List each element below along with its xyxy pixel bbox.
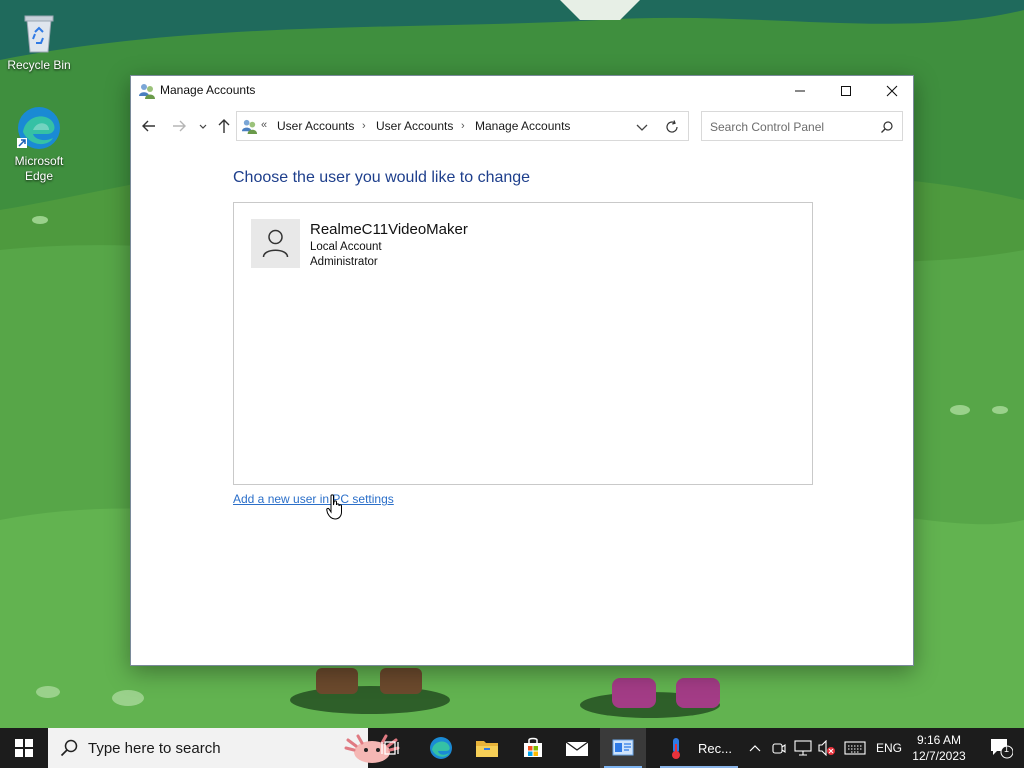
- desktop-icon-recycle-bin[interactable]: Recycle Bin: [2, 8, 76, 73]
- hand-cursor-icon: [326, 494, 342, 520]
- user-account-type: Local Account: [310, 241, 382, 253]
- navigation-bar: « User Accounts › User Accounts › Manage…: [131, 109, 913, 143]
- notification-center-button[interactable]: 1: [978, 728, 1024, 768]
- chevron-right-icon[interactable]: ›: [461, 120, 465, 132]
- user-tile[interactable]: RealmeC11VideoMaker Local Account Admini…: [251, 218, 551, 270]
- clock[interactable]: 9:16 AM 12/7/2023: [908, 732, 970, 764]
- user-name: RealmeC11VideoMaker: [310, 221, 468, 238]
- clock-time: 9:16 AM: [916, 733, 962, 747]
- maximize-button[interactable]: [823, 76, 869, 106]
- user-list: RealmeC11VideoMaker Local Account Admini…: [233, 202, 813, 485]
- start-button[interactable]: [0, 728, 48, 768]
- network-icon[interactable]: [794, 740, 812, 756]
- clock-date: 12/7/2023: [912, 749, 966, 763]
- recent-locations-button[interactable]: [193, 116, 207, 136]
- breadcrumb-user-accounts-1[interactable]: User Accounts: [277, 119, 354, 133]
- file-explorer-icon: [476, 741, 498, 757]
- refresh-icon: [666, 120, 678, 133]
- refresh-button[interactable]: [655, 111, 689, 141]
- windows-logo-icon: [15, 739, 33, 757]
- chevron-down-icon: [636, 124, 648, 131]
- maximize-icon: [841, 86, 851, 96]
- microsoft-store-icon: [524, 737, 542, 757]
- add-new-user-link[interactable]: Add a new user in PC settings: [233, 492, 394, 506]
- edge-icon: [15, 104, 63, 152]
- volume-muted-icon[interactable]: [818, 740, 836, 756]
- window-title: Manage Accounts: [160, 83, 256, 97]
- chevron-right-icon[interactable]: ›: [362, 120, 366, 132]
- breadcrumb-manage-accounts[interactable]: Manage Accounts: [475, 119, 570, 133]
- user-role: Administrator: [310, 256, 378, 268]
- search-icon: [60, 739, 78, 757]
- taskbar-search-placeholder: Type here to search: [88, 740, 221, 757]
- meet-now-icon[interactable]: [772, 740, 786, 756]
- mail-icon: [565, 741, 589, 756]
- address-dropdown-button[interactable]: [633, 118, 651, 136]
- edge-label: Microsoft Edge: [14, 154, 64, 183]
- back-button[interactable]: [139, 116, 159, 136]
- avatar: [251, 219, 300, 268]
- control-panel-icon: [241, 118, 258, 135]
- taskbar-control-panel-button[interactable]: [600, 728, 646, 768]
- user-accounts-icon: [138, 82, 156, 100]
- search-placeholder: Search Control Panel: [710, 120, 825, 134]
- forward-button[interactable]: [169, 116, 189, 136]
- search-control-panel-input[interactable]: Search Control Panel: [701, 111, 903, 141]
- title-bar[interactable]: Manage Accounts: [131, 76, 913, 106]
- system-tray: [746, 728, 876, 768]
- taskbar-edge-button[interactable]: [418, 728, 464, 768]
- back-arrow-icon: [142, 120, 155, 132]
- address-bar[interactable]: « User Accounts › User Accounts › Manage…: [236, 111, 689, 141]
- chevron-down-icon: [199, 124, 207, 129]
- taskbar-store-button[interactable]: [510, 728, 556, 768]
- notification-count: 1: [1004, 744, 1010, 754]
- recycle-bin-label: Recycle Bin: [7, 58, 71, 72]
- close-icon: [886, 85, 898, 97]
- task-view-icon: [381, 741, 399, 755]
- minimize-icon: [795, 90, 805, 92]
- breadcrumb-user-accounts-2[interactable]: User Accounts: [376, 119, 453, 133]
- taskbar-search-box[interactable]: Type here to search: [48, 728, 400, 768]
- recycle-bin-icon: [15, 8, 63, 56]
- thermometer-icon: [672, 738, 680, 759]
- minimize-button[interactable]: [777, 76, 823, 106]
- chevron-up-icon[interactable]: [749, 742, 761, 754]
- taskbar: Type here to search Rec... ENG 9:16 AM 1…: [0, 728, 1024, 768]
- manage-accounts-window: Manage Accounts « User Accounts › User A…: [130, 75, 914, 666]
- desktop-icon-edge[interactable]: Microsoft Edge: [2, 104, 76, 184]
- taskbar-running-label: Rec...: [698, 741, 732, 756]
- up-button[interactable]: [214, 116, 234, 136]
- keyboard-icon[interactable]: [844, 741, 866, 755]
- user-icon: [262, 229, 289, 258]
- page-heading: Choose the user you would like to change: [233, 169, 531, 186]
- task-view-button[interactable]: [368, 728, 414, 768]
- search-icon: [881, 121, 893, 133]
- edge-icon: [430, 737, 452, 759]
- address-overflow[interactable]: «: [261, 119, 267, 131]
- taskbar-recorder-button[interactable]: Rec...: [656, 728, 742, 768]
- taskbar-file-explorer-button[interactable]: [464, 728, 510, 768]
- taskbar-mail-button[interactable]: [554, 728, 600, 768]
- input-language-indicator[interactable]: ENG: [876, 741, 902, 755]
- notification-icon: [991, 739, 1013, 759]
- up-arrow-icon: [218, 119, 230, 133]
- close-button[interactable]: [869, 76, 915, 106]
- control-panel-icon: [612, 739, 634, 756]
- forward-arrow-icon: [173, 120, 186, 132]
